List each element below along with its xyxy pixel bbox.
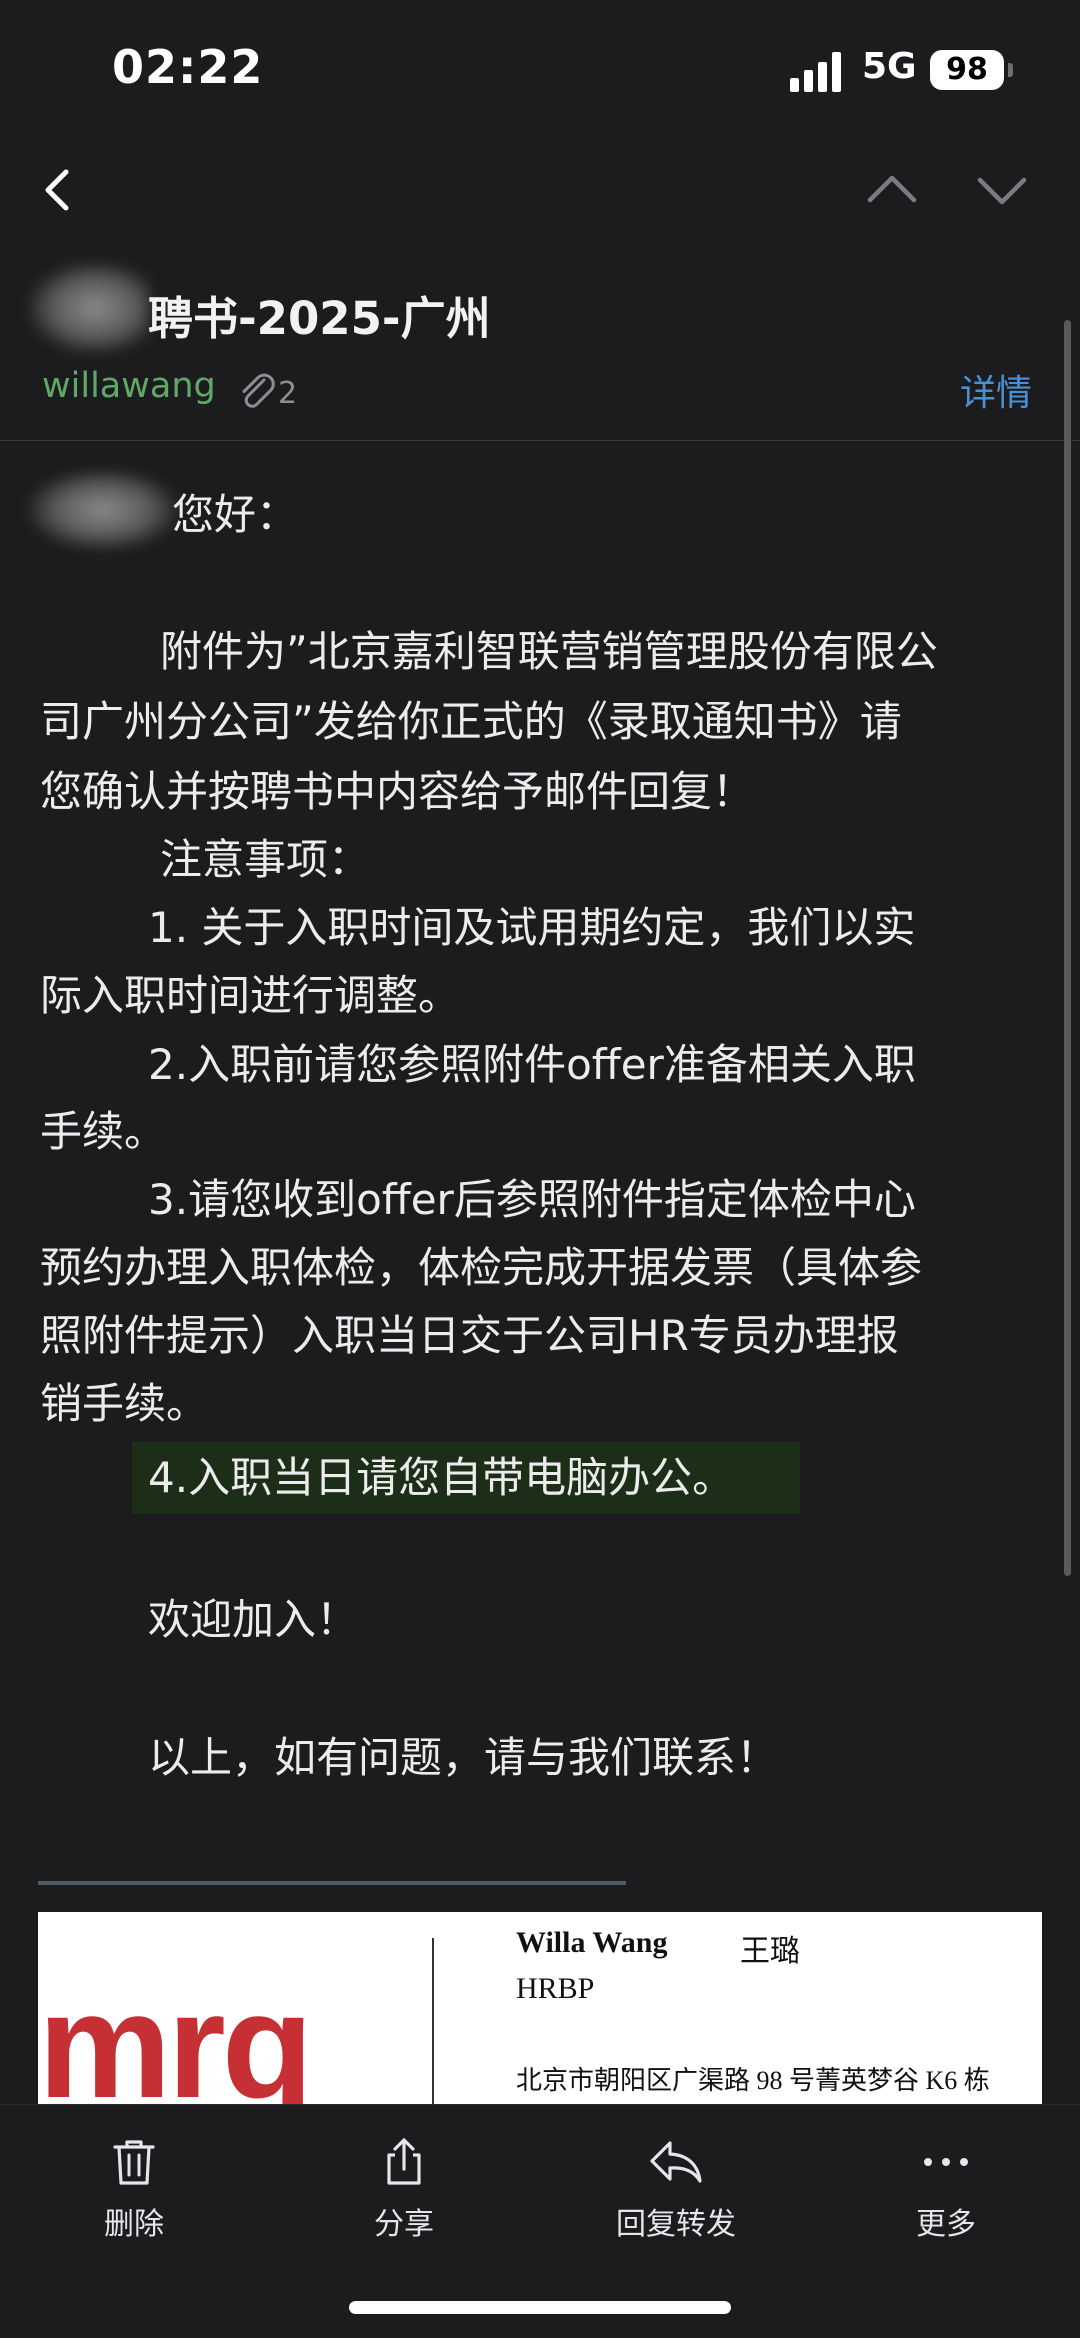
paperclip-icon[interactable] xyxy=(234,368,280,414)
status-time: 02:22 xyxy=(112,40,264,94)
body-line: 附件为”北京嘉利智联营销管理股份有限公 xyxy=(160,627,938,676)
reply-forward-button[interactable]: 回复转发 xyxy=(576,2135,776,2243)
trash-icon xyxy=(113,2140,155,2185)
delete-button[interactable]: 删除 xyxy=(34,2135,234,2243)
signature-name-cn: 王璐 xyxy=(740,1935,800,1968)
header-divider xyxy=(0,440,1080,441)
greeting: 您好： xyxy=(172,490,299,539)
signature-address: 北京市朝阳区广渠路 98 号菁英梦谷 K6 栋 xyxy=(516,2066,990,2095)
battery-indicator: 98 xyxy=(930,50,1004,90)
more-button[interactable]: 更多 xyxy=(846,2135,1046,2243)
notice-item-4: 4.入职当日请您自带电脑办公。 xyxy=(148,1453,735,1502)
body-line: 预约办理入职体检，体检完成开据发票（具体参 xyxy=(40,1243,923,1292)
details-link[interactable]: 详情 xyxy=(960,364,1032,416)
delete-label: 删除 xyxy=(104,2207,164,2242)
battery-tip-icon xyxy=(1008,63,1013,77)
share-button[interactable]: 分享 xyxy=(304,2135,504,2243)
back-chevron-icon[interactable] xyxy=(28,160,88,220)
body-line: 际入职时间进行调整。 xyxy=(40,971,461,1020)
previous-mail-chevron-up-icon[interactable] xyxy=(862,160,922,220)
more-label: 更多 xyxy=(916,2207,976,2242)
notice-item-2: 2.入职前请您参照附件offer准备相关入职 xyxy=(148,1040,916,1089)
home-indicator[interactable] xyxy=(349,2301,731,2314)
signature-separator xyxy=(432,1938,434,2104)
body-line: 您确认并按聘书中内容给予邮件回复！ xyxy=(40,767,755,816)
closing-line: 以上，如有问题，请与我们联系！ xyxy=(148,1733,779,1782)
attachment-count[interactable]: 2 xyxy=(278,376,297,411)
sender-name[interactable]: willawang xyxy=(42,366,216,406)
signature-divider xyxy=(38,1881,626,1885)
reply-forward-label: 回复转发 xyxy=(616,2207,736,2242)
scrollbar[interactable] xyxy=(1064,320,1071,1576)
reply-icon xyxy=(650,2141,702,2183)
more-dots-icon xyxy=(924,2158,968,2166)
body-line: 照附件提示）入职当日交于公司HR专员办理报 xyxy=(40,1311,899,1360)
network-type: 5G xyxy=(862,46,917,87)
notice-heading: 注意事项： xyxy=(160,835,371,884)
signature-name-en: Willa Wang xyxy=(516,1926,668,1959)
welcome-line: 欢迎加入！ xyxy=(148,1595,359,1644)
body-line: 销手续。 xyxy=(40,1379,209,1428)
signature-title: HRBP xyxy=(516,1972,595,2005)
share-label: 分享 xyxy=(374,2207,434,2242)
company-logo: mrq xyxy=(38,1961,313,2104)
notice-item-1: 1. 关于入职时间及试用期约定，我们以实 xyxy=(148,903,916,952)
body-line: 司广州分公司”发给你正式的《录取通知书》请 xyxy=(40,697,902,746)
signature-card: mrq Willa Wang 王璐 HRBP 北京市朝阳区广渠路 98 号菁英梦… xyxy=(38,1912,1042,2104)
redacted-name-blur xyxy=(28,470,178,550)
next-mail-chevron-down-icon[interactable] xyxy=(972,160,1032,220)
redacted-subject-blur xyxy=(28,262,150,354)
body-line: 手续。 xyxy=(40,1107,167,1156)
notice-item-3: 3.请您收到offer后参照附件指定体检中心 xyxy=(148,1175,916,1224)
mail-subject: 聘书-2025-广州 xyxy=(148,292,491,345)
share-icon xyxy=(387,2138,421,2185)
cellular-signal-icon xyxy=(790,52,844,92)
